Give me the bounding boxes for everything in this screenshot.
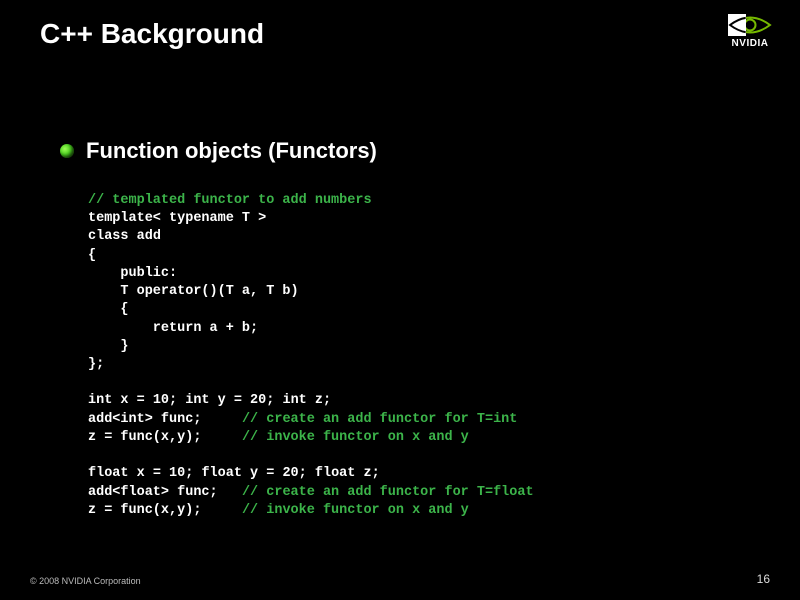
code-text: int xyxy=(282,393,306,408)
code-text: add xyxy=(129,229,161,244)
code-text: z; xyxy=(307,393,331,408)
slide: C++ Background NVIDIA Function objects (… xyxy=(0,0,800,600)
page-number: 16 xyxy=(757,572,770,586)
code-text: z = func(x,y); xyxy=(88,503,242,518)
code-text: return xyxy=(88,321,201,336)
code-block: // templated functor to add numbers temp… xyxy=(88,192,534,520)
code-text: > func; xyxy=(145,412,242,427)
brand-name: NVIDIA xyxy=(728,38,772,49)
code-text: float xyxy=(120,485,161,500)
code-text: int xyxy=(185,393,209,408)
code-comment: // create an add functor for T=int xyxy=(242,412,517,427)
code-comment: // create an add functor for T=float xyxy=(242,485,534,500)
code-text: z; xyxy=(355,466,379,481)
code-text: class xyxy=(88,229,129,244)
code-text: x = 10; xyxy=(112,393,185,408)
code-comment: // templated functor to add numbers xyxy=(88,193,372,208)
slide-subtitle: Function objects (Functors) xyxy=(86,138,377,164)
code-text: y = 20; xyxy=(210,393,283,408)
code-text: { xyxy=(88,248,96,263)
code-text: y = 20; xyxy=(242,466,315,481)
subtitle-row: Function objects (Functors) xyxy=(60,138,377,164)
code-text: add< xyxy=(88,485,120,500)
code-text: int xyxy=(88,393,112,408)
code-text: float xyxy=(201,466,242,481)
code-text: T > xyxy=(234,211,266,226)
bullet-icon xyxy=(60,144,74,158)
code-text: add< xyxy=(88,412,120,427)
code-text: int xyxy=(120,412,144,427)
code-text: public: xyxy=(88,266,177,281)
code-text: float xyxy=(315,466,356,481)
code-comment: // invoke functor on x and y xyxy=(242,430,469,445)
brand-logo: NVIDIA xyxy=(728,14,772,49)
code-text: > func; xyxy=(161,485,242,500)
nvidia-eye-icon xyxy=(728,14,772,36)
code-text: a + b; xyxy=(201,321,258,336)
code-text: T operator()(T a, T b) xyxy=(88,284,299,299)
code-text: float xyxy=(88,466,129,481)
code-text: template< typename xyxy=(88,211,234,226)
code-comment: // invoke functor on x and y xyxy=(242,503,469,518)
copyright: © 2008 NVIDIA Corporation xyxy=(30,576,141,586)
code-text: z = func(x,y); xyxy=(88,430,242,445)
code-text: { xyxy=(88,302,129,317)
slide-title: C++ Background xyxy=(40,18,264,50)
code-text: }; xyxy=(88,357,104,372)
code-text: } xyxy=(88,339,129,354)
code-text: x = 10; xyxy=(129,466,202,481)
